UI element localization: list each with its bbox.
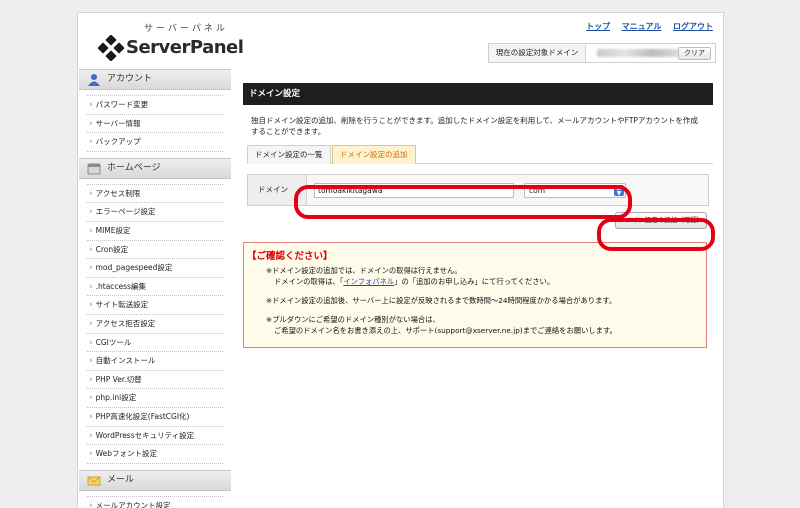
- notice-line: ※プルダウンにご希望のドメイン種別がない場合は、: [266, 315, 440, 324]
- notice-line: ※ドメイン設定の追加後、サーバー上に設定が反映されるまで数時間〜24時間程度かか…: [266, 296, 617, 305]
- sidebar-item-mime[interactable]: MIME設定: [87, 222, 223, 241]
- sidebar-section-homepage: ホームページ: [79, 157, 231, 179]
- mail-icon: [87, 476, 101, 486]
- sidebar-item-fastcgi[interactable]: PHP高速化設定(FastCGI化): [87, 408, 223, 427]
- sidebar-section-title: ホームページ: [107, 162, 161, 173]
- sidebar-item-wp-security[interactable]: WordPressセキュリティ設定: [87, 427, 223, 446]
- sidebar-item-htaccess[interactable]: .htaccess編集: [87, 278, 223, 297]
- notice-line: ご希望のドメイン名をお書き添えの上、サポート(support@xserver.n…: [274, 326, 617, 335]
- notice-line: ※ドメイン設定の追加では、ドメインの取得は行えません。: [266, 266, 462, 275]
- infopanel-link[interactable]: インフォパネル: [343, 277, 394, 286]
- top-link[interactable]: トップ: [586, 22, 610, 31]
- notice-heading: 【ご確認ください】: [247, 251, 333, 262]
- clear-button[interactable]: クリア: [678, 47, 711, 60]
- sidebar-section-body: メールアカウント設定: [79, 491, 231, 508]
- sidebar-item-password[interactable]: パスワード変更: [87, 95, 223, 115]
- logout-link[interactable]: ログアウト: [673, 22, 713, 31]
- logo-diamond-icon: [98, 35, 124, 61]
- sidebar-item-php-version[interactable]: PHP Ver.切替: [87, 371, 223, 390]
- sidebar-section-title: メール: [107, 474, 135, 485]
- sidebar-section-account: アカウント: [79, 69, 231, 90]
- sidebar-section-body: アクセス制限 エラーページ設定 MIME設定 Cron設定 mod_pagesp…: [79, 179, 231, 470]
- sidebar-item-webfont[interactable]: Webフォント設定: [87, 445, 223, 464]
- manual-link[interactable]: マニュアル: [622, 22, 662, 31]
- sidebar-item-cgi-tool[interactable]: CGIツール: [87, 334, 223, 353]
- current-domain-value-blurred: [597, 49, 679, 57]
- sidebar-section-body: パスワード変更 サーバー情報 バックアップ: [79, 90, 231, 158]
- current-domain-label: 現在の設定対象ドメイン: [489, 44, 586, 62]
- sidebar: アカウント パスワード変更 サーバー情報 バックアップ ホームページ アクセス制…: [79, 69, 231, 508]
- user-icon: [88, 74, 100, 86]
- sidebar-item-auto-install[interactable]: 自動インストール: [87, 352, 223, 371]
- domain-input-highlight: [294, 185, 632, 219]
- current-domain-box: 現在の設定対象ドメイン クリア: [488, 43, 716, 63]
- server-panel-page: サーバーパネル ServerPanel トップ マニュアル ログアウト 現在の設…: [77, 12, 724, 508]
- notice-text: 」の「追加のお申し込み」にて行ってください。: [394, 277, 555, 286]
- logo-text: ServerPanel: [126, 37, 244, 58]
- sidebar-item-redirect[interactable]: サイト転送設定: [87, 296, 223, 315]
- tab-domain-add[interactable]: ドメイン設定の追加: [332, 145, 416, 164]
- sidebar-section-title: アカウント: [107, 74, 153, 84]
- tab-bar: ドメイン設定の一覧 ドメイン設定の追加: [247, 145, 713, 164]
- homepage-icon: [87, 163, 101, 175]
- top-links: トップ マニュアル ログアウト: [577, 21, 713, 32]
- sidebar-item-mail-account[interactable]: メールアカウント設定: [87, 495, 223, 508]
- sidebar-item-access-deny[interactable]: アクセス拒否設定: [87, 315, 223, 334]
- sidebar-item-pagespeed[interactable]: mod_pagespeed設定: [87, 259, 223, 278]
- page-description: 独自ドメイン設定の追加、削除を行うことができます。追加したドメイン設定を利用して…: [251, 116, 698, 136]
- sidebar-item-error-page[interactable]: エラーページ設定: [87, 203, 223, 222]
- sidebar-item-backup[interactable]: バックアップ: [87, 133, 223, 152]
- page-title: ドメイン設定: [243, 83, 713, 105]
- sidebar-item-cron[interactable]: Cron設定: [87, 241, 223, 260]
- sidebar-item-php-ini[interactable]: php.ini設定: [87, 389, 223, 408]
- tab-domain-list[interactable]: ドメイン設定の一覧: [247, 145, 331, 164]
- notice-text: ドメインの取得は、「: [274, 277, 344, 286]
- notice-line: ドメインの取得は、「インフォパネル」の「追加のお申し込み」にて行ってください。: [274, 276, 554, 287]
- sidebar-item-server-info[interactable]: サーバー情報: [87, 115, 223, 134]
- sidebar-item-access-limit[interactable]: アクセス制限: [87, 183, 223, 204]
- notice-box: 【ご確認ください】 ※ドメイン設定の追加では、ドメインの取得は行えません。 ドメ…: [243, 242, 707, 348]
- logo-kana: サーバーパネル: [144, 24, 228, 34]
- sidebar-section-mail: メール: [79, 469, 231, 491]
- confirm-button-highlight: [597, 218, 715, 251]
